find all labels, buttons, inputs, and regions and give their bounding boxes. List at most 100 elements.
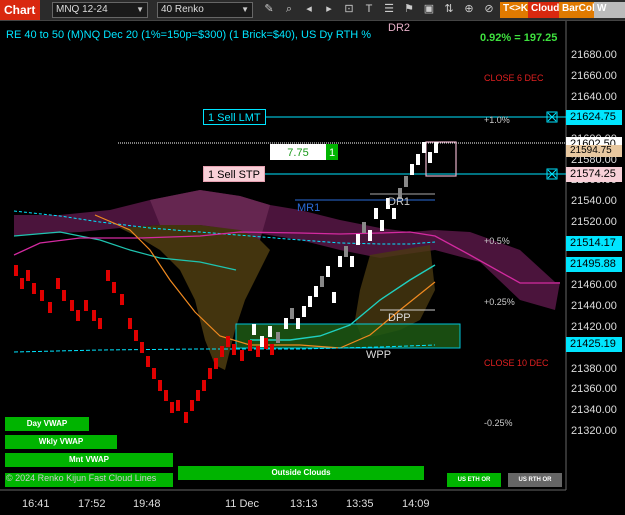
plus-025-percent-label: +0.25% bbox=[484, 297, 515, 307]
renko-brick bbox=[232, 344, 236, 355]
chart-tab[interactable]: Chart bbox=[0, 0, 40, 20]
cloud-toggle-button[interactable]: Cloud bbox=[528, 2, 563, 18]
renko-brick bbox=[290, 308, 294, 319]
time-tick: 13:35 bbox=[346, 498, 374, 510]
time-tick: 14:09 bbox=[402, 498, 430, 510]
renko-brick bbox=[152, 368, 156, 379]
renko-brick bbox=[112, 282, 116, 293]
renko-brick bbox=[202, 380, 206, 391]
dr1-label: DR1 bbox=[388, 196, 411, 208]
renko-brick bbox=[264, 338, 268, 349]
renko-brick bbox=[56, 278, 60, 289]
renko-brick bbox=[260, 336, 264, 347]
time-tick: 16:41 bbox=[22, 498, 50, 510]
renko-brick bbox=[416, 154, 420, 165]
renko-brick bbox=[164, 390, 168, 401]
renko-brick bbox=[196, 390, 200, 401]
instrument-label: MNQ 12-24 bbox=[56, 4, 108, 15]
position-qty[interactable]: 1 bbox=[326, 144, 338, 160]
close-6-dec-label: CLOSE 6 DEC bbox=[484, 73, 544, 83]
renko-brick bbox=[434, 142, 438, 153]
renko-brick bbox=[134, 330, 138, 341]
renko-brick bbox=[98, 318, 102, 329]
renko-brick bbox=[120, 294, 124, 305]
dpp-label: DPP bbox=[388, 312, 411, 324]
renko-brick bbox=[302, 306, 306, 317]
renko-brick bbox=[428, 152, 432, 163]
price-tick: 21420.00 bbox=[571, 320, 617, 333]
price-tick: 21360.00 bbox=[571, 383, 617, 396]
renko-brick bbox=[158, 380, 162, 391]
ma-price-tag: 21514.17 bbox=[566, 236, 622, 251]
renko-brick bbox=[32, 283, 36, 294]
screenshot-icon[interactable]: ▣ bbox=[422, 2, 436, 18]
sell-stp-order[interactable]: 1 Sell STP bbox=[203, 166, 265, 182]
renko-brick bbox=[270, 344, 274, 355]
pencil-icon[interactable]: ✎ bbox=[262, 2, 276, 18]
chart-toolbar: Chart MNQ 12-24 ▼ 40 Renko ▼ ✎ ⌕ ◂ ▸ ⊡ T… bbox=[0, 0, 625, 21]
magnify-icon[interactable]: ⌕ bbox=[282, 2, 296, 18]
bar-type-label: 40 Renko bbox=[161, 4, 204, 15]
arrow-right-icon[interactable]: ▸ bbox=[322, 2, 336, 18]
us-rth-or-button[interactable]: US RTH OR bbox=[508, 473, 562, 487]
renko-brick bbox=[240, 350, 244, 361]
text-icon[interactable]: T bbox=[362, 2, 376, 18]
wpp-price-tag: 21425.19 bbox=[566, 337, 622, 352]
trade-icon[interactable]: ⇅ bbox=[442, 2, 456, 18]
renko-brick bbox=[374, 208, 378, 219]
renko-brick bbox=[176, 400, 180, 411]
time-tick: 17:52 bbox=[78, 498, 106, 510]
barcol-toggle-button[interactable]: BarCol bbox=[559, 2, 598, 18]
renko-brick bbox=[256, 346, 260, 357]
alert-icon[interactable]: ⚑ bbox=[402, 2, 416, 18]
wkly-vwap-button[interactable]: Wkly VWAP bbox=[5, 435, 117, 449]
renko-brick bbox=[248, 340, 252, 351]
renko-brick bbox=[92, 310, 96, 321]
position-pnl[interactable]: 7.75 bbox=[270, 144, 326, 160]
cloud-purple bbox=[14, 190, 560, 310]
renko-brick bbox=[20, 278, 24, 289]
renko-brick bbox=[380, 220, 384, 231]
renko-brick bbox=[308, 296, 312, 307]
renko-brick bbox=[268, 326, 272, 337]
renko-brick bbox=[332, 292, 336, 303]
renko-brick bbox=[296, 318, 300, 329]
range-percent: 0.92% = 197.25 bbox=[480, 32, 558, 44]
arrow-left-icon[interactable]: ◂ bbox=[302, 2, 316, 18]
renko-brick bbox=[252, 324, 256, 335]
w-vwap-toggle-button[interactable]: W VWAP bbox=[594, 2, 625, 18]
outside-clouds-button[interactable]: Outside Clouds bbox=[178, 466, 424, 480]
renko-brick bbox=[392, 208, 396, 219]
renko-brick bbox=[208, 368, 212, 379]
renko-brick bbox=[320, 276, 324, 287]
renko-brick bbox=[276, 332, 280, 343]
renko-brick bbox=[62, 290, 66, 301]
renko-brick bbox=[422, 142, 426, 153]
sell-lmt-order[interactable]: 1 Sell LMT bbox=[203, 109, 266, 125]
renko-brick bbox=[40, 290, 44, 301]
renko-brick bbox=[410, 164, 414, 175]
mr1-label: MR1 bbox=[297, 202, 321, 214]
day-vwap-button[interactable]: Day VWAP bbox=[5, 417, 89, 431]
price-tick: 21520.00 bbox=[571, 216, 617, 229]
properties-icon[interactable]: ☰ bbox=[382, 2, 396, 18]
lock-icon[interactable]: ⊕ bbox=[462, 2, 476, 18]
drawing-icon[interactable]: ⊡ bbox=[342, 2, 356, 18]
tk-toggle-button[interactable]: T<>K bbox=[500, 2, 532, 18]
sell-stp-price-tag: 21574.25 bbox=[566, 167, 622, 182]
plus-05-percent-label: +0.5% bbox=[484, 236, 510, 246]
renko-brick bbox=[344, 246, 348, 257]
wpp-label: WPP bbox=[366, 349, 392, 361]
bar-type-selector[interactable]: 40 Renko ▼ bbox=[157, 2, 253, 18]
mnt-vwap-button[interactable]: Mnt VWAP bbox=[5, 453, 173, 467]
us-eth-or-button[interactable]: US ETH OR bbox=[447, 473, 501, 487]
copyright-footer: © 2024 Renko Kijun Fast Cloud Lines bbox=[6, 473, 157, 483]
chevron-down-icon: ▼ bbox=[136, 5, 144, 14]
renko-brick bbox=[170, 402, 174, 413]
renko-brick bbox=[14, 265, 18, 276]
instrument-selector[interactable]: MNQ 12-24 ▼ bbox=[52, 2, 148, 18]
renko-brick bbox=[226, 336, 230, 347]
renko-brick bbox=[140, 342, 144, 353]
lock-icon[interactable]: ⊘ bbox=[482, 2, 496, 18]
price-tick: 21680.00 bbox=[571, 49, 617, 61]
